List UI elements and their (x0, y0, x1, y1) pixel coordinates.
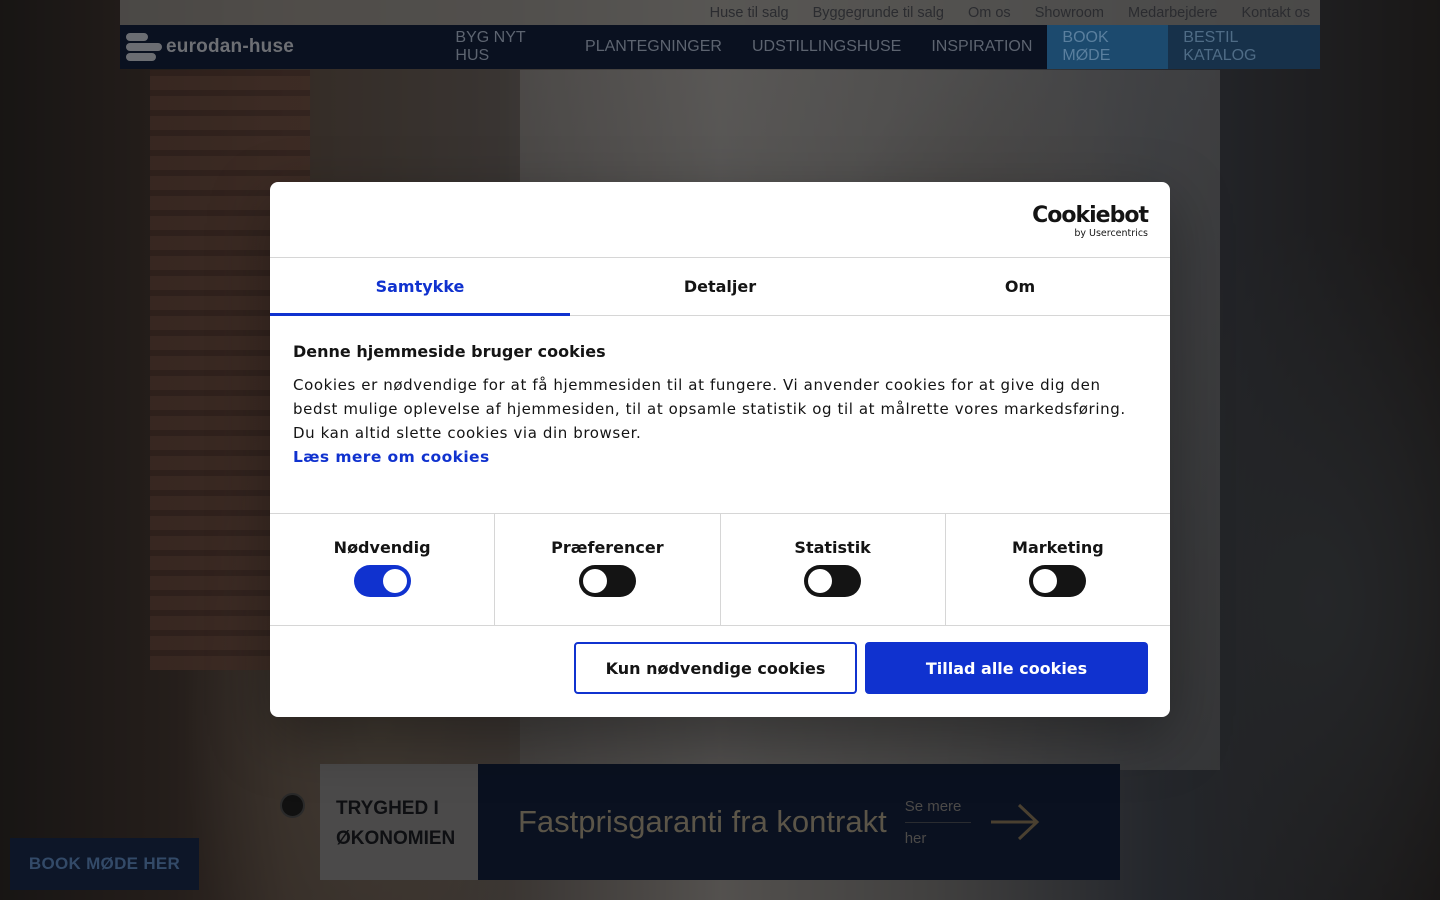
arrow-right-icon[interactable] (989, 802, 1041, 842)
category-label: Nødvendig (333, 538, 431, 557)
category-necessary: Nødvendig (270, 514, 496, 625)
promo-title: Fastprisgaranti fra kontrakt (518, 804, 887, 839)
cookie-category-toggles: Nødvendig Præferencer Statistik Marketin… (270, 514, 1170, 626)
dialog-body: Denne hjemmeside bruger cookies Cookies … (270, 316, 1170, 514)
category-preferences: Præferencer (495, 514, 721, 625)
promo-label-line2: ØKONOMIEN (336, 828, 456, 849)
nav-item-udstillingshuse[interactable]: UDSTILLINGSHUSE (737, 25, 916, 69)
category-label: Præferencer (551, 538, 664, 557)
utility-link-byggegrunde[interactable]: Byggegrunde til salg (813, 5, 944, 21)
book-meeting-button[interactable]: BOOK MØDE HER (10, 838, 199, 890)
carousel-dot[interactable] (280, 793, 305, 818)
cookiebot-logo: Cookiebot by Usercentrics (1032, 203, 1149, 240)
category-marketing: Marketing (946, 514, 1170, 625)
promo-more-line1: Se mere (904, 791, 971, 823)
tab-samtykke[interactable]: Samtykke (270, 258, 570, 316)
nav-item-book-mode[interactable]: BOOK MØDE (1047, 25, 1169, 69)
toggle-marketing[interactable] (1029, 565, 1087, 597)
dialog-header: Cookiebot by Usercentrics (270, 182, 1170, 258)
dialog-tabs: Samtykke Detaljer Om (270, 258, 1170, 316)
promo-label: TRYGHED I ØKONOMIEN (320, 764, 478, 880)
category-statistics: Statistik (721, 514, 946, 625)
utility-nav: Huse til salg Byggegrunde til salg Om os… (120, 0, 1320, 25)
nav-item-byg-nyt-hus[interactable]: BYG NYT HUS (440, 25, 570, 69)
dialog-text: Cookies er nødvendige for at få hjemmesi… (293, 376, 1126, 442)
utility-link-huse-til-salg[interactable]: Huse til salg (710, 5, 789, 21)
utility-link-om-os[interactable]: Om os (968, 5, 1011, 21)
site-logo[interactable]: eurodan-huse (120, 25, 440, 69)
dialog-heading: Denne hjemmeside bruger cookies (293, 342, 606, 361)
promo-more-line2: her (904, 829, 927, 847)
logo-text: eurodan-huse (166, 36, 295, 57)
nav-item-inspiration[interactable]: INSPIRATION (916, 25, 1047, 69)
promo-content: Fastprisgaranti fra kontrakt Se mere her (478, 764, 1120, 880)
toggle-statistics[interactable] (804, 565, 862, 597)
promo-see-more-link[interactable]: Se mere her (904, 791, 971, 854)
promo-label-line1: TRYGHED I (336, 798, 439, 819)
nav-item-bestil-katalog[interactable]: BESTIL KATALOG (1168, 25, 1321, 69)
utility-link-medarbejdere[interactable]: Medarbejdere (1128, 5, 1217, 21)
allow-necessary-only-button[interactable]: Kun nødvendige cookies (574, 642, 857, 694)
category-label: Statistik (794, 538, 871, 557)
tab-detaljer[interactable]: Detaljer (570, 258, 870, 315)
toggle-preferences[interactable] (578, 565, 636, 597)
category-label: Marketing (1012, 538, 1104, 557)
nav-item-plantegninger[interactable]: PLANTEGNINGER (570, 25, 737, 69)
toggle-necessary[interactable] (353, 565, 411, 597)
utility-link-kontakt-os[interactable]: Kontakt os (1241, 5, 1310, 21)
cookiebot-logo-sub: by Usercentrics (1074, 228, 1148, 239)
cookie-consent-dialog: Cookiebot by Usercentrics Samtykke Detal… (270, 182, 1170, 717)
read-more-cookies-link[interactable]: Læs mere om cookies (293, 445, 1148, 469)
logo-icon (126, 30, 162, 64)
utility-link-showroom[interactable]: Showroom (1035, 5, 1104, 21)
tab-om[interactable]: Om (870, 258, 1170, 315)
dialog-actions: Kun nødvendige cookies Tillad alle cooki… (270, 626, 1170, 694)
cookiebot-logo-name: Cookiebot (1032, 203, 1149, 228)
promo-banner: TRYGHED I ØKONOMIEN Fastprisgaranti fra … (320, 764, 1120, 880)
nav-items: BYG NYT HUS PLANTEGNINGER UDSTILLINGSHUS… (440, 25, 1321, 69)
allow-all-cookies-button[interactable]: Tillad alle cookies (865, 642, 1148, 694)
main-nav: eurodan-huse BYG NYT HUS PLANTEGNINGER U… (120, 25, 1321, 69)
